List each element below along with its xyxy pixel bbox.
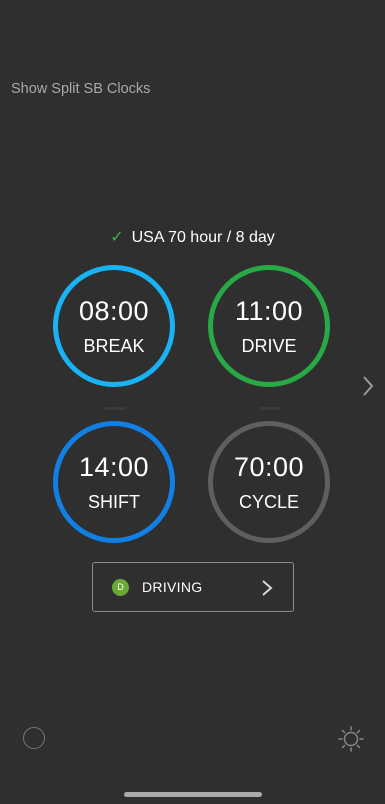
shift-label: SHIFT [88,491,140,512]
drive-label: DRIVE [241,335,297,356]
cycle-clock[interactable]: 70:00 CYCLE [208,421,330,543]
ruleset-label: USA 70 hour / 8 day [131,229,275,246]
clock-divider [104,407,126,410]
chevron-right-icon [262,580,273,596]
cycle-label: CYCLE [238,491,300,512]
break-clock[interactable]: 08:00 BREAK [53,265,175,387]
check-icon: ✓ [110,229,124,246]
circle-icon[interactable] [23,727,45,749]
shift-clock[interactable]: 14:00 SHIFT [53,421,175,543]
show-split-sb-clocks-link[interactable]: Show Split SB Clocks [11,81,150,97]
home-indicator[interactable] [124,792,262,797]
shift-time: 14:00 [78,451,150,482]
break-time: 08:00 [78,295,150,326]
drive-time: 11:00 [234,295,304,326]
ruleset-indicator[interactable]: ✓ USA 70 hour / 8 day [0,227,385,247]
clock-divider [259,407,281,410]
driving-status-badge: D [112,578,129,596]
duty-status-button[interactable]: D DRIVING [92,562,294,612]
break-label: BREAK [83,335,145,356]
duty-status-label: DRIVING [142,579,203,595]
drive-clock[interactable]: 11:00 DRIVE [208,265,330,387]
sun-icon[interactable] [338,726,364,752]
chevron-right-icon[interactable] [361,374,375,398]
cycle-time: 70:00 [233,451,305,482]
